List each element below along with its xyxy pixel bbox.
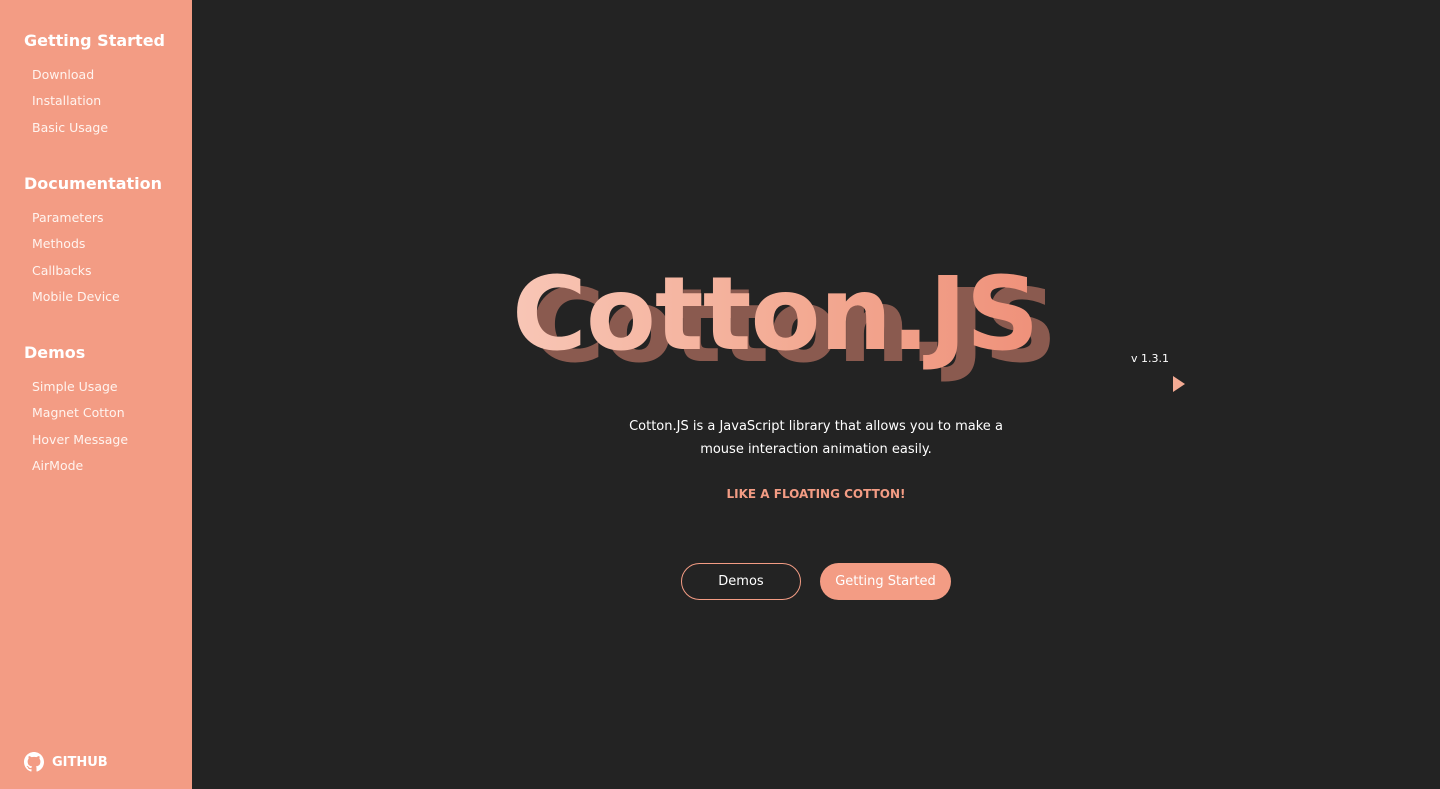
- sidebar-item-installation[interactable]: Installation: [32, 93, 165, 119]
- sidebar-item-magnet-cotton[interactable]: Magnet Cotton: [32, 405, 128, 431]
- nav-heading-demos[interactable]: Demos: [24, 343, 128, 363]
- nav-list-documentation: Parameters Methods Callbacks Mobile Devi…: [32, 210, 162, 316]
- sidebar-item-callbacks[interactable]: Callbacks: [32, 263, 162, 289]
- github-link[interactable]: GITHUB: [24, 752, 108, 772]
- getting-started-button[interactable]: Getting Started: [820, 563, 951, 600]
- version-label: v 1.3.1: [1131, 352, 1169, 365]
- hero-description-line-2: mouse interaction animation easily.: [700, 442, 932, 457]
- sidebar-item-methods[interactable]: Methods: [32, 236, 162, 262]
- nav-section-documentation: Documentation Parameters Methods Callbac…: [24, 174, 162, 316]
- hero-description: Cotton.JS is a JavaScript library that a…: [612, 415, 1020, 461]
- sidebar-item-download[interactable]: Download: [32, 67, 165, 93]
- nav-list-demos: Simple Usage Magnet Cotton Hover Message…: [32, 379, 128, 485]
- sidebar-item-mobile-device[interactable]: Mobile Device: [32, 289, 162, 315]
- nav-section-getting-started: Getting Started Download Installation Ba…: [24, 31, 165, 146]
- hero-description-line-1: Cotton.JS is a JavaScript library that a…: [629, 419, 1003, 434]
- nav-list-getting-started: Download Installation Basic Usage: [32, 67, 165, 146]
- main-content: Cotton.JS Cotton.JS v 1.3.1 Cotton.JS is…: [192, 0, 1440, 789]
- sidebar-item-parameters[interactable]: Parameters: [32, 210, 162, 236]
- nav-section-demos: Demos Simple Usage Magnet Cotton Hover M…: [24, 343, 128, 485]
- github-label: GITHUB: [52, 754, 108, 770]
- nav-heading-getting-started[interactable]: Getting Started: [24, 31, 165, 51]
- github-icon: [24, 752, 44, 772]
- hero-tagline: LIKE A FLOATING COTTON!: [726, 487, 906, 501]
- sidebar-item-airmode[interactable]: AirMode: [32, 458, 128, 484]
- sidebar: Getting Started Download Installation Ba…: [0, 0, 192, 789]
- sidebar-item-simple-usage[interactable]: Simple Usage: [32, 379, 128, 405]
- hero-title: Cotton.JS Cotton.JS: [512, 240, 1152, 390]
- demos-button[interactable]: Demos: [681, 563, 801, 600]
- nav-heading-documentation[interactable]: Documentation: [24, 174, 162, 194]
- hero-title-text: Cotton.JS: [512, 240, 1039, 390]
- cursor-arrow-icon: [1173, 376, 1185, 392]
- sidebar-item-basic-usage[interactable]: Basic Usage: [32, 120, 165, 146]
- sidebar-item-hover-message[interactable]: Hover Message: [32, 432, 128, 458]
